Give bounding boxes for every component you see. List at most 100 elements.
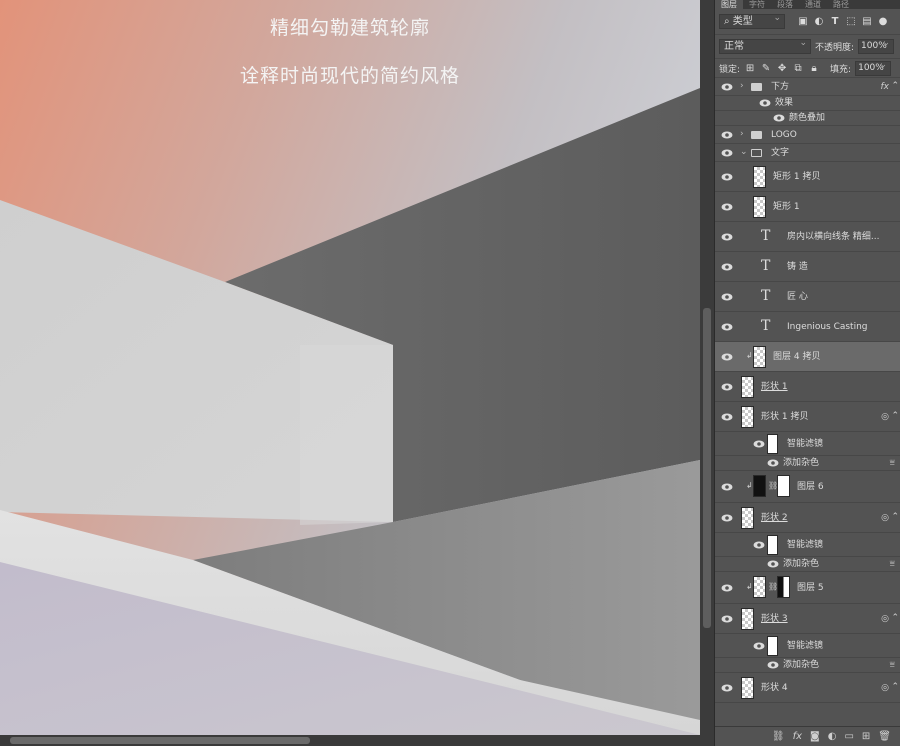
visibility-eye-icon[interactable]	[721, 202, 733, 212]
layer-row-effects[interactable]: 效果	[715, 96, 900, 111]
tab-character[interactable]: 字符	[743, 0, 771, 9]
blend-mode-select[interactable]: 正常	[719, 37, 811, 54]
layer-thumbnail	[741, 507, 754, 529]
layer-row-shape-4[interactable]: 形状 4 ◎ ⌃	[715, 673, 900, 703]
tab-channels[interactable]: 通道	[799, 0, 827, 9]
visibility-eye-icon[interactable]	[721, 683, 733, 693]
link-layers-icon[interactable]: ⛓	[772, 731, 785, 742]
fx-icon[interactable]: fx	[881, 82, 890, 92]
tab-layers[interactable]: 图层	[715, 0, 743, 9]
visibility-eye-icon[interactable]	[767, 660, 779, 670]
collapse-caret-icon[interactable]: ⌃	[891, 613, 899, 623]
trash-icon[interactable]: 🗑︎	[878, 731, 891, 742]
visibility-eye-icon[interactable]	[721, 352, 733, 362]
expand-chevron-icon[interactable]: ›	[740, 129, 744, 139]
visibility-eye-icon[interactable]	[721, 130, 733, 140]
layer-row-smart-filters[interactable]: 智能滤镜	[715, 634, 900, 658]
collapse-chevron-icon[interactable]: ⌄	[740, 147, 748, 157]
collapse-caret-icon[interactable]: ⌃	[891, 682, 899, 692]
tab-paragraph[interactable]: 段落	[771, 0, 799, 9]
fx-icon[interactable]: fx	[793, 731, 802, 742]
layer-row-shape-1-copy[interactable]: 形状 1 拷贝 ◎ ⌃	[715, 402, 900, 432]
collapse-caret-icon[interactable]: ⌃	[891, 81, 899, 91]
layer-row-add-noise[interactable]: 添加杂色 ⩸	[715, 456, 900, 471]
layer-row-add-noise[interactable]: 添加杂色 ⩸	[715, 557, 900, 572]
collapse-caret-icon[interactable]: ⌃	[891, 411, 899, 421]
lock-transparent-icon[interactable]: ⊞	[744, 62, 756, 74]
layer-row-text-group[interactable]: ⌄ 文字	[715, 144, 900, 162]
smart-filter-icon[interactable]: ◎	[881, 683, 889, 693]
visibility-eye-icon[interactable]	[721, 232, 733, 242]
horizontal-scroll-thumb[interactable]	[10, 737, 310, 744]
layer-row-shape-2[interactable]: 形状 2 ◎ ⌃	[715, 503, 900, 533]
new-group-icon[interactable]: ▭	[844, 731, 853, 742]
layer-row-layer-5[interactable]: ↲ ⛓ 图层 5	[715, 572, 900, 604]
layer-row-text-craft[interactable]: T 匠 心	[715, 282, 900, 312]
visibility-eye-icon[interactable]	[721, 292, 733, 302]
layer-row-text-description[interactable]: T 房内以横向线条 精细...	[715, 222, 900, 252]
layer-row-logo[interactable]: › LOGO	[715, 126, 900, 144]
layer-row-smart-filters[interactable]: 智能滤镜	[715, 533, 900, 557]
visibility-eye-icon[interactable]	[721, 148, 733, 158]
visibility-eye-icon[interactable]	[721, 382, 733, 392]
visibility-eye-icon[interactable]	[753, 439, 765, 449]
lock-artboard-icon[interactable]: ⧉	[792, 62, 804, 74]
filter-options-icon[interactable]: ⩸	[890, 458, 895, 468]
layer-row-group-below[interactable]: › 下方 fx ⌃	[715, 78, 900, 96]
visibility-eye-icon[interactable]	[721, 82, 733, 92]
pixel-filter-icon[interactable]: ▣	[797, 16, 809, 28]
layer-row-rect-1[interactable]: 矩形 1	[715, 192, 900, 222]
layer-kind-filter[interactable]: ⌕ 类型	[719, 12, 785, 29]
adjustment-filter-icon[interactable]: ◐	[813, 16, 825, 28]
visibility-eye-icon[interactable]	[721, 583, 733, 593]
lock-paint-icon[interactable]: ✎	[760, 62, 772, 74]
tab-paths[interactable]: 路径	[827, 0, 855, 9]
shape-filter-icon[interactable]: ⬚	[845, 16, 857, 28]
filter-options-icon[interactable]: ⩸	[890, 660, 895, 670]
smart-filter-icon[interactable]: ◎	[881, 614, 889, 624]
layer-row-smart-filters[interactable]: 智能滤镜	[715, 432, 900, 456]
visibility-eye-icon[interactable]	[753, 641, 765, 651]
filter-options-icon[interactable]: ⩸	[890, 559, 895, 569]
layer-row-rect-1-copy[interactable]: 矩形 1 拷贝	[715, 162, 900, 192]
document-canvas[interactable]: 精细勾勒建筑轮廓 诠释时尚现代的简约风格	[0, 0, 700, 746]
smart-object-filter-icon[interactable]: ▤	[861, 16, 873, 28]
layer-row-add-noise[interactable]: 添加杂色 ⩸	[715, 658, 900, 673]
visibility-eye-icon[interactable]	[767, 458, 779, 468]
layer-row-text-casting[interactable]: T 铸 造	[715, 252, 900, 282]
smart-filter-icon[interactable]: ◎	[881, 412, 889, 422]
horizontal-scrollbar[interactable]	[0, 735, 700, 746]
filter-toggle-icon[interactable]: ●	[877, 16, 889, 28]
opacity-input[interactable]: 100%	[858, 37, 895, 54]
layer-row-color-overlay[interactable]: 颜色叠加	[715, 111, 900, 126]
layer-row-layer-6[interactable]: ↲ ⛓ 图层 6	[715, 471, 900, 503]
fill-input[interactable]: 100%	[855, 59, 892, 76]
text-filter-icon[interactable]: T	[829, 16, 841, 28]
visibility-eye-icon[interactable]	[721, 614, 733, 624]
new-layer-icon[interactable]: ⊞	[862, 731, 870, 742]
vertical-scrollbar[interactable]	[700, 0, 714, 746]
collapse-caret-icon[interactable]: ⌃	[891, 512, 899, 522]
layer-row-text-ingenious[interactable]: T Ingenious Casting	[715, 312, 900, 342]
visibility-eye-icon[interactable]	[721, 172, 733, 182]
visibility-eye-icon[interactable]	[753, 540, 765, 550]
visibility-eye-icon[interactable]	[773, 113, 785, 123]
visibility-eye-icon[interactable]	[721, 322, 733, 332]
add-mask-icon[interactable]: ◙	[810, 731, 820, 742]
visibility-eye-icon[interactable]	[721, 412, 733, 422]
lock-move-icon[interactable]: ✥	[776, 62, 788, 74]
visibility-eye-icon[interactable]	[721, 262, 733, 272]
visibility-eye-icon[interactable]	[721, 513, 733, 523]
mask-thumbnail	[777, 576, 790, 598]
visibility-eye-icon[interactable]	[767, 559, 779, 569]
vertical-scroll-thumb[interactable]	[703, 308, 711, 628]
adjustment-layer-icon[interactable]: ◐	[828, 731, 837, 742]
visibility-eye-icon[interactable]	[759, 98, 771, 108]
layer-row-shape-3[interactable]: 形状 3 ◎ ⌃	[715, 604, 900, 634]
layer-row-shape-1[interactable]: 形状 1	[715, 372, 900, 402]
layer-row-layer-4-copy[interactable]: ↲ 图层 4 拷贝	[715, 342, 900, 372]
visibility-eye-icon[interactable]	[721, 482, 733, 492]
expand-chevron-icon[interactable]: ›	[740, 81, 744, 91]
smart-filter-icon[interactable]: ◎	[881, 513, 889, 523]
lock-all-icon[interactable]: 🔒︎	[808, 62, 820, 74]
